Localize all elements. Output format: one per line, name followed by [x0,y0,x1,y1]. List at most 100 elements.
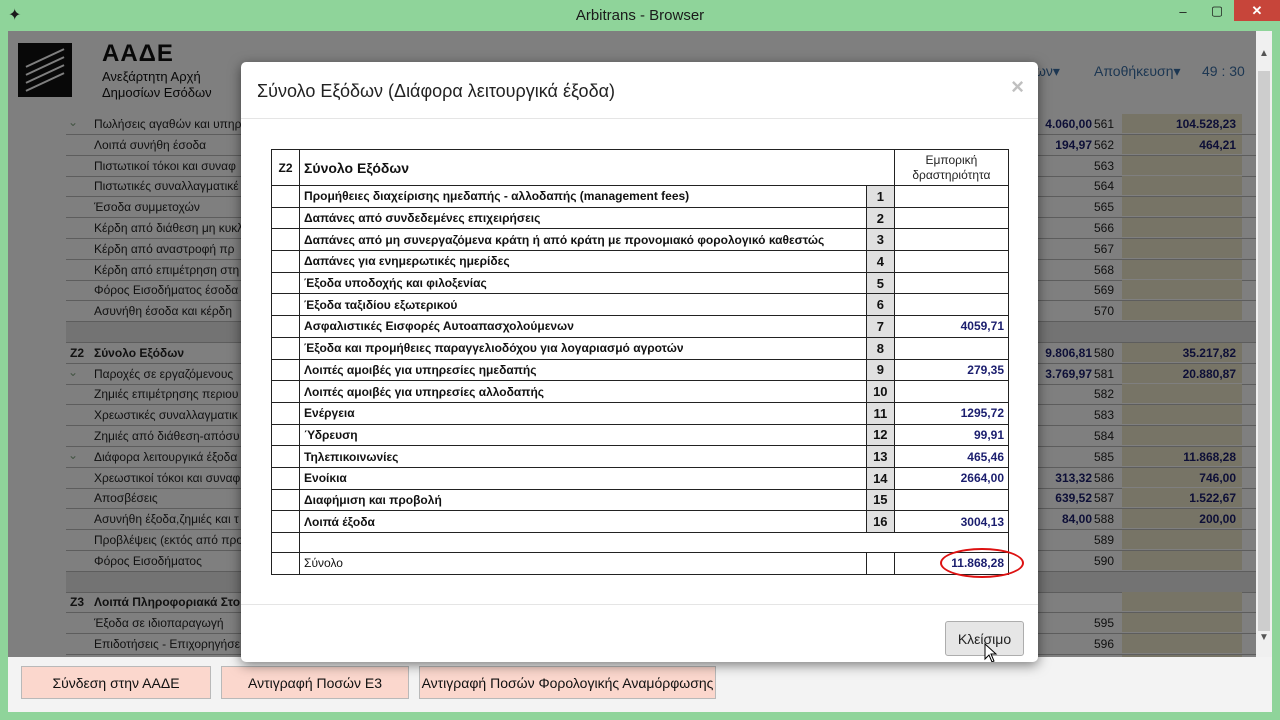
row-code-cell [270,401,301,425]
window-close-button[interactable]: ✕ [1234,0,1280,21]
row-code-cell [270,466,301,490]
row-code-cell [270,271,301,295]
row-code-cell [270,336,301,360]
table-row: Λοιπά έξοδα 16 3004,13 [270,510,1010,533]
row-number: 13 [865,445,895,468]
table-row: Έξοδα και προμήθειες παραγγελιοδόχου για… [270,336,1010,360]
row-label: Ενέργεια [299,401,867,425]
row-label: Δαπάνες από συνδεδεμένες επιχειρήσεις [299,206,867,230]
copy-tax-adjustment-button[interactable]: Αντιγραφή Ποσών Φορολογικής Αναμόρφωσης [419,666,716,699]
table-row: Τηλεπικοινωνίες 13 465,46 [270,445,1010,468]
total-row: Σύνολο 11.868,28 [270,552,1010,575]
total-code-cell [270,552,301,575]
row-number: 12 [865,423,895,447]
table-code: Z2 [270,149,301,186]
row-number: 8 [865,336,895,360]
row-label: Ύδρευση [299,423,867,447]
row-label: Δαπάνες για ενημερωτικές ημερίδες [299,250,867,273]
row-value-cell[interactable]: 465,46 [893,445,1010,468]
row-label: Λοιπές αμοιβές για υπηρεσίες αλλοδαπής [299,380,867,403]
table-row: Διαφήμιση και προβολή 15 [270,488,1010,512]
row-number: 4 [865,250,895,273]
row-code-cell [270,510,301,533]
row-number: 9 [865,358,895,382]
row-label: Δαπάνες από μη συνεργαζόμενα κράτη ή από… [299,228,867,252]
table-row: Προμήθειες διαχείρισης ημεδαπής - αλλοδα… [270,185,1010,208]
row-value-cell[interactable] [893,336,1010,360]
row-label: Προμήθειες διαχείρισης ημεδαπής - αλλοδα… [299,185,867,208]
scroll-up-icon[interactable]: ▲ [1256,45,1272,61]
row-number: 16 [865,510,895,533]
row-label: Έξοδα υποδοχής και φιλοξενίας [299,271,867,295]
table-header-row: Z2 Σύνολο Εξόδων Εμπορική δραστηριότητα [270,149,1010,186]
scroll-down-icon[interactable]: ▼ [1256,629,1272,645]
table-row: Ενέργεια 11 1295,72 [270,401,1010,425]
table-row: Έξοδα ταξιδίου εξωτερικού 6 [270,293,1010,317]
row-value-cell[interactable] [893,271,1010,295]
connect-aade-button[interactable]: Σύνδεση στην ΑΑΔΕ [21,666,211,699]
modal-header: Σύνολο Εξόδων (Διάφορα λειτουργικά έξοδα… [241,62,1038,119]
bottom-toolbar: Σύνδεση στην ΑΑΔΕ Αντιγραφή Ποσών Ε3 Αντ… [8,657,1272,712]
app-icon: ✦ [8,7,22,24]
mouse-cursor-icon [984,643,998,662]
table-row: Δαπάνες από συνδεδεμένες επιχειρήσεις 2 [270,206,1010,230]
row-code-cell [270,250,301,273]
total-number-cell [865,552,895,575]
scrollbar-thumb[interactable] [1258,71,1270,631]
row-code-cell [270,315,301,338]
spacer-row [270,532,1009,553]
row-value-cell[interactable] [893,250,1010,273]
row-code-cell [270,185,301,208]
column-header: Εμπορική δραστηριότητα [893,149,1010,186]
expenses-table: Z2 Σύνολο Εξόδων Εμπορική δραστηριότητα … [270,149,1010,575]
row-value-cell[interactable] [893,185,1010,208]
modal-footer: Κλείσιμο [241,604,1038,662]
row-label: Λοιπά έξοδα [299,510,867,533]
window-controls: – ▢ ✕ [1166,0,1280,28]
table-row: Ύδρευση 12 99,91 [270,423,1010,447]
row-code-cell [270,293,301,317]
window-title: Arbitrans - Browser [575,7,705,24]
row-label: Τηλεπικοινωνίες [299,445,867,468]
row-code-cell [270,358,301,382]
row-value-cell[interactable] [893,380,1010,403]
table-row: Έξοδα υποδοχής και φιλοξενίας 5 [270,271,1010,295]
row-label: Ενοίκια [299,466,867,490]
modal-title: Σύνολο Εξόδων (Διάφορα λειτουργικά έξοδα… [257,81,615,101]
table-row: Ενοίκια 14 2664,00 [270,466,1010,490]
row-label: Διαφήμιση και προβολή [299,488,867,512]
row-number: 6 [865,293,895,317]
maximize-button[interactable]: ▢ [1200,0,1234,22]
row-number: 2 [865,206,895,230]
row-value-cell[interactable]: 3004,13 [893,510,1010,533]
row-number: 14 [865,466,895,490]
row-number: 11 [865,401,895,425]
row-code-cell [270,228,301,252]
row-value-cell[interactable]: 1295,72 [893,401,1010,425]
row-code-cell [270,206,301,230]
minimize-button[interactable]: – [1166,0,1200,22]
row-value-cell[interactable]: 279,35 [893,358,1010,382]
row-value-cell[interactable]: 4059,71 [893,315,1010,338]
row-label: Λοιπές αμοιβές για υπηρεσίες ημεδαπής [299,358,867,382]
highlight-ellipse [940,548,1024,578]
row-number: 1 [865,185,895,208]
row-code-cell [270,380,301,403]
row-value-cell[interactable] [893,488,1010,512]
table-row: Ασφαλιστικές Εισφορές Αυτοαπασχολούμενων… [270,315,1010,338]
row-label: Ασφαλιστικές Εισφορές Αυτοαπασχολούμενων [299,315,867,338]
spacer-cell [270,532,301,553]
row-label: Έξοδα ταξιδίου εξωτερικού [299,293,867,317]
row-value-cell[interactable] [893,228,1010,252]
vertical-scrollbar[interactable]: ▲ ▼ [1256,31,1272,657]
row-number: 10 [865,380,895,403]
copy-e3-button[interactable]: Αντιγραφή Ποσών Ε3 [221,666,409,699]
row-value-cell[interactable]: 99,91 [893,423,1010,447]
row-value-cell[interactable] [893,206,1010,230]
row-number: 7 [865,315,895,338]
row-value-cell[interactable] [893,293,1010,317]
row-value-cell[interactable]: 2664,00 [893,466,1010,490]
modal-close-icon[interactable]: × [1011,74,1024,100]
row-code-cell [270,488,301,512]
table-row: Δαπάνες από μη συνεργαζόμενα κράτη ή από… [270,228,1010,252]
